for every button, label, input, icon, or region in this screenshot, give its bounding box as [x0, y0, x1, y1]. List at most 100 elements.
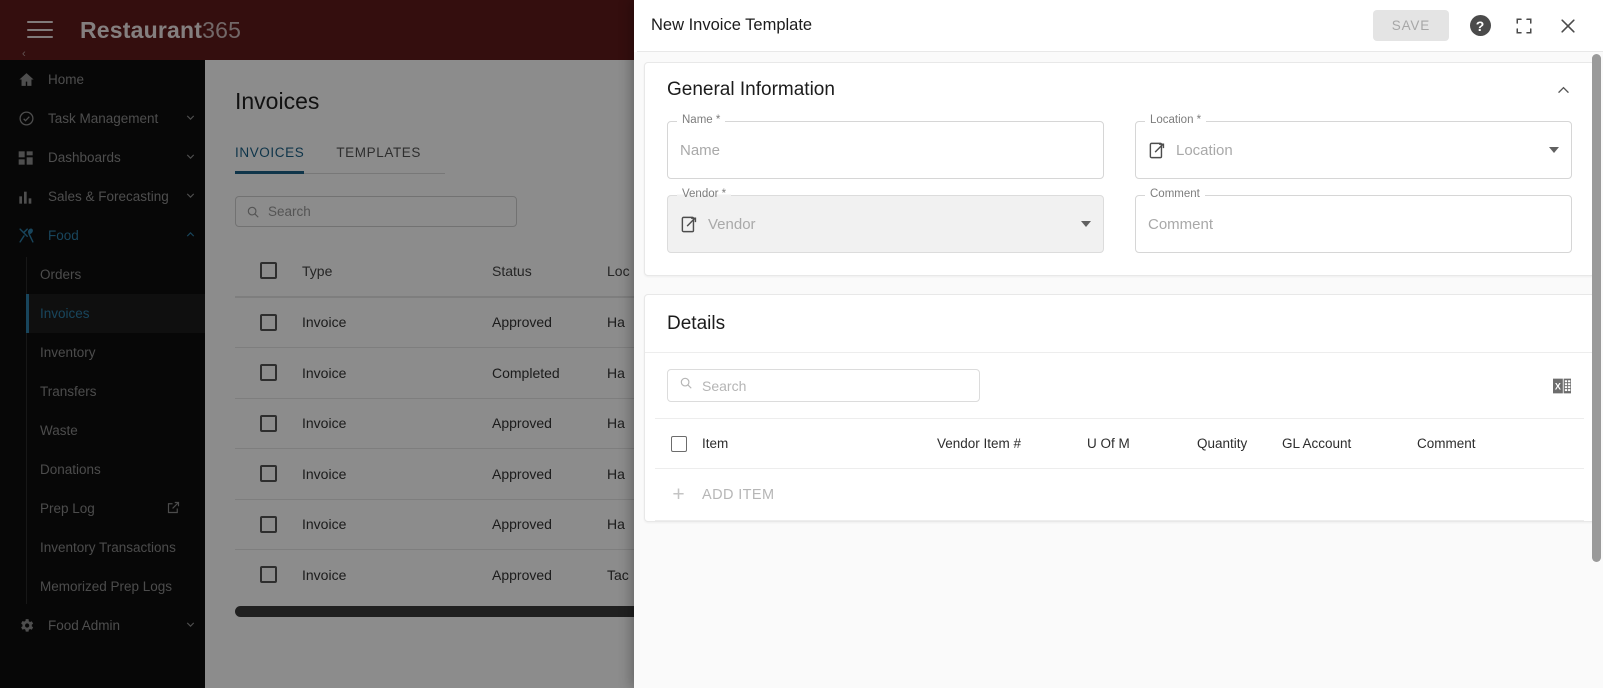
- chevron-up-icon[interactable]: [1555, 82, 1572, 99]
- location-field-placeholder: Location: [1176, 141, 1233, 159]
- location-field-label: Location *: [1145, 114, 1207, 127]
- chevron-left-icon: ‹: [22, 48, 26, 60]
- sidebar-item-memorized-prep-logs[interactable]: Memorized Prep Logs: [26, 567, 205, 606]
- select-all-checkbox[interactable]: [235, 262, 302, 280]
- sidebar-item-inventory-transactions[interactable]: Inventory Transactions: [26, 528, 205, 567]
- sidebar-item-orders[interactable]: Orders: [26, 255, 205, 294]
- column-header-item: Item: [702, 436, 729, 451]
- sidebar-item-label: Orders: [40, 267, 82, 282]
- sidebar-item-sales-forecasting[interactable]: Sales & Forecasting: [0, 177, 205, 216]
- sidebar-item-label: Sales & Forecasting: [48, 189, 169, 204]
- cell-type: Invoice: [302, 364, 347, 381]
- home-icon: [18, 71, 48, 88]
- name-field-label: Name *: [677, 114, 726, 127]
- sidebar-item-label: Waste: [40, 423, 78, 438]
- row-checkbox[interactable]: [235, 515, 302, 533]
- food-icon: [18, 227, 48, 244]
- add-item-label: ADD ITEM: [702, 486, 775, 503]
- external-link-icon[interactable]: [1148, 141, 1167, 160]
- sidebar-item-transfers[interactable]: Transfers: [26, 372, 205, 411]
- invoices-search-input[interactable]: Search: [235, 196, 517, 227]
- sidebar-item-label: Dashboards: [48, 150, 121, 165]
- bar-chart-icon: [18, 189, 48, 205]
- details-toolbar: Search X: [645, 352, 1594, 418]
- section-title: Details: [667, 313, 726, 334]
- sidebar-item-invoices[interactable]: Invoices: [26, 294, 205, 333]
- brand-name-light: 365: [202, 16, 242, 43]
- chevron-down-icon: [175, 111, 205, 127]
- details-select-all-checkbox[interactable]: [655, 435, 702, 452]
- chevron-up-icon: [175, 228, 205, 244]
- sidebar-item-task-management[interactable]: Task Management: [0, 99, 205, 138]
- row-checkbox[interactable]: [235, 566, 302, 584]
- details-search-placeholder: Search: [702, 377, 747, 394]
- sidebar-item-label: Food Admin: [48, 618, 121, 633]
- comment-field-placeholder: Comment: [1148, 215, 1214, 233]
- cell-status: Approved: [492, 465, 552, 482]
- row-checkbox[interactable]: [235, 313, 302, 331]
- vendor-field[interactable]: Vendor * Vendor: [667, 188, 1104, 253]
- cell-type: Invoice: [302, 566, 347, 583]
- row-checkbox[interactable]: [235, 414, 302, 432]
- close-icon[interactable]: [1555, 13, 1581, 39]
- external-link-icon: [166, 500, 181, 518]
- menu-toggle-button[interactable]: ‹: [0, 21, 80, 60]
- location-field[interactable]: Location * Location: [1135, 114, 1572, 179]
- cell-status: Approved: [492, 566, 552, 583]
- sidebar-subnav-food: Orders Invoices Inventory Transfers Wast…: [0, 255, 205, 606]
- sidebar-item-label: Task Management: [48, 111, 159, 126]
- excel-export-icon[interactable]: X: [1552, 377, 1572, 395]
- name-field[interactable]: Name * Name: [667, 114, 1104, 179]
- details-search-input[interactable]: Search: [667, 369, 980, 402]
- search-placeholder: Search: [268, 204, 311, 219]
- fullscreen-icon[interactable]: [1511, 13, 1537, 39]
- sidebar-item-label: Inventory Transactions: [40, 540, 176, 555]
- dropdown-arrow-icon[interactable]: [1081, 221, 1091, 227]
- column-header-gl-account: GL Account: [1282, 436, 1352, 451]
- sidebar-item-food[interactable]: Food: [0, 216, 205, 255]
- svg-text:X: X: [1555, 381, 1561, 391]
- name-field-placeholder: Name: [680, 141, 721, 159]
- cell-status: Approved: [492, 415, 552, 432]
- tab-label: INVOICES: [235, 145, 305, 160]
- modal-body: General Information Name * Name Location…: [634, 52, 1603, 688]
- vendor-field-label: Vendor *: [677, 188, 732, 201]
- row-checkbox[interactable]: [235, 364, 302, 382]
- modal-header-actions: SAVE ?: [1372, 10, 1581, 41]
- sidebar-item-dashboards[interactable]: Dashboards: [0, 138, 205, 177]
- modal-vertical-scrollbar[interactable]: [1592, 54, 1601, 562]
- column-header-type: Type: [302, 262, 333, 279]
- sidebar-item-label: Memorized Prep Logs: [40, 579, 173, 594]
- sidebar-item-home[interactable]: Home: [0, 60, 205, 99]
- sidebar-item-prep-log[interactable]: Prep Log: [26, 489, 205, 528]
- brand-logo: Restaurant365: [80, 17, 241, 44]
- sidebar-item-food-admin[interactable]: Food Admin: [0, 606, 205, 645]
- sidebar-item-inventory[interactable]: Inventory: [26, 333, 205, 372]
- sidebar-item-waste[interactable]: Waste: [26, 411, 205, 450]
- modal-header: New Invoice Template SAVE ?: [634, 0, 1603, 52]
- save-button[interactable]: SAVE: [1372, 10, 1449, 41]
- dropdown-arrow-icon[interactable]: [1549, 147, 1559, 153]
- sidebar-item-label: Home: [48, 72, 85, 87]
- tab-templates[interactable]: TEMPLATES: [336, 145, 421, 173]
- details-table-header-row: Item Vendor Item # U Of M Quantity GL Ac…: [655, 419, 1584, 469]
- sidebar-item-donations[interactable]: Donations: [26, 450, 205, 489]
- details-card: Details Search X Item Vendor Item # U Of…: [644, 294, 1595, 522]
- details-header: Details: [645, 295, 1594, 352]
- external-link-icon[interactable]: [680, 215, 699, 234]
- tab-invoices[interactable]: INVOICES: [235, 145, 305, 174]
- help-glyph: ?: [1469, 15, 1491, 36]
- vendor-field-placeholder: Vendor: [708, 215, 756, 233]
- dashboard-icon: [18, 150, 48, 166]
- page-tabs: INVOICES TEMPLATES: [235, 145, 445, 174]
- column-header-uom: U Of M: [1087, 436, 1130, 451]
- search-icon: [679, 376, 693, 395]
- column-header-quantity: Quantity: [1197, 436, 1248, 451]
- general-information-card: General Information Name * Name Location…: [644, 62, 1595, 276]
- row-checkbox[interactable]: [235, 465, 302, 483]
- cell-status: Completed: [492, 364, 560, 381]
- help-icon[interactable]: ?: [1467, 13, 1493, 39]
- add-item-row[interactable]: + ADD ITEM: [655, 469, 1584, 521]
- comment-field[interactable]: Comment Comment: [1135, 188, 1572, 253]
- cell-type: Invoice: [302, 465, 347, 482]
